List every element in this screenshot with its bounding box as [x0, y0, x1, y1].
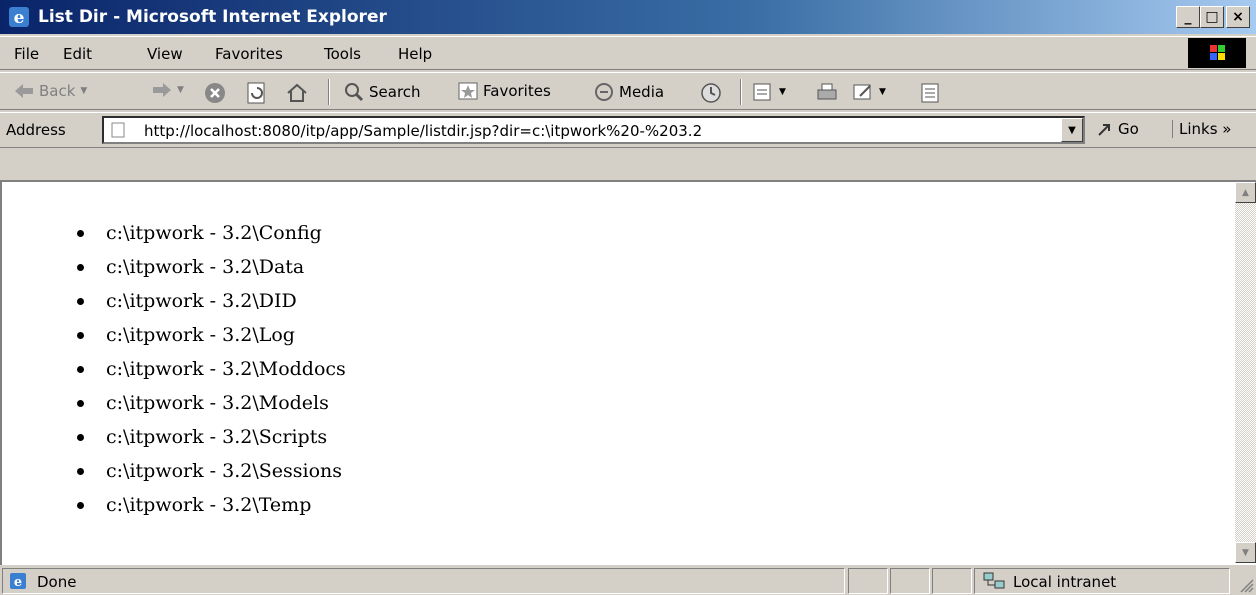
print-icon[interactable] — [816, 82, 838, 102]
list-item: c:\itpwork - 3.2\Config — [77, 216, 322, 250]
media-label: Media — [619, 83, 665, 101]
list-item: c:\itpwork - 3.2\Moddocs — [77, 352, 346, 386]
menu-bar: File Edit View Favorites Tools Help — [0, 36, 1256, 70]
directory-list: c:\itpwork - 3.2\Config c:\itpwork - 3.2… — [77, 216, 346, 522]
back-label: Back — [39, 82, 76, 100]
page-icon — [111, 122, 125, 138]
address-label: Address — [6, 121, 66, 139]
zone-label: Local intranet — [1013, 573, 1117, 591]
address-dropdown-button[interactable]: ▼ — [1061, 118, 1083, 142]
back-arrow-icon — [15, 84, 33, 98]
mail-icon — [753, 83, 771, 101]
address-url[interactable]: http://localhost:8080/itp/app/Sample/lis… — [144, 122, 702, 140]
list-item-text: c:\itpwork - 3.2\Models — [106, 392, 329, 414]
page-content: c:\itpwork - 3.2\Config c:\itpwork - 3.2… — [0, 180, 1256, 565]
media-icon — [595, 83, 613, 101]
security-zone[interactable]: Local intranet — [974, 568, 1230, 594]
standard-toolbar: Back ▼ ▼ Search Favorites Media ▼ ▼ — [0, 72, 1256, 110]
intranet-icon — [983, 572, 1005, 589]
ie-page-icon: e — [10, 573, 26, 590]
links-button[interactable]: Links » — [1172, 120, 1231, 138]
toolbar-separator — [740, 79, 742, 105]
status-panel: e Done — [2, 568, 845, 594]
search-label: Search — [369, 83, 421, 101]
ie-logo-icon: e — [9, 7, 29, 28]
search-icon — [345, 83, 364, 102]
address-bar: Address http://localhost:8080/itp/app/Sa… — [0, 112, 1256, 148]
mail-dropdown-icon[interactable]: ▼ — [779, 87, 786, 97]
status-text: Done — [37, 573, 77, 591]
chevron-up-icon: ▲ — [1242, 187, 1249, 198]
list-item: c:\itpwork - 3.2\Temp — [77, 488, 320, 522]
go-button[interactable]: Go — [1096, 120, 1139, 138]
status-cell — [932, 568, 972, 594]
edit-dropdown-icon[interactable]: ▼ — [879, 87, 886, 97]
resize-grip-icon[interactable] — [1238, 577, 1254, 593]
list-item-text: c:\itpwork - 3.2\Config — [106, 222, 322, 244]
go-arrow-icon — [1098, 124, 1110, 136]
toolbar-separator — [328, 79, 330, 105]
list-item-text: c:\itpwork - 3.2\Data — [106, 256, 305, 278]
menu-help[interactable]: Help — [398, 45, 432, 63]
menu-tools[interactable]: Tools — [324, 45, 361, 63]
list-item: c:\itpwork - 3.2\Data — [77, 250, 320, 284]
windows-flag-icon — [1188, 38, 1246, 68]
svg-text:e: e — [14, 8, 25, 28]
edit-button[interactable]: ▼ — [852, 82, 886, 102]
document-body: c:\itpwork - 3.2\Config c:\itpwork - 3.2… — [2, 182, 1224, 563]
close-button[interactable]: × — [1226, 6, 1250, 28]
scroll-down-button[interactable]: ▼ — [1235, 542, 1256, 563]
search-button[interactable]: Search — [344, 82, 421, 102]
media-button[interactable]: Media — [594, 82, 664, 102]
history-icon[interactable] — [700, 82, 722, 104]
title-bar[interactable]: e List Dir - Microsoft Internet Explorer… — [0, 0, 1256, 34]
list-item-text: c:\itpwork - 3.2\Moddocs — [106, 358, 346, 380]
mail-button[interactable]: ▼ — [752, 82, 786, 102]
list-item: c:\itpwork - 3.2\Models — [77, 386, 329, 420]
status-bar: e Done Local intranet — [0, 565, 1256, 595]
back-button[interactable]: Back ▼ — [14, 82, 87, 100]
favorites-button[interactable]: Favorites — [458, 82, 551, 100]
window-title: List Dir - Microsoft Internet Explorer — [38, 7, 387, 27]
vertical-scrollbar[interactable]: ▲ ▼ — [1235, 182, 1256, 563]
menu-view[interactable]: View — [147, 45, 183, 63]
list-item: c:\itpwork - 3.2\Sessions — [77, 454, 342, 488]
menu-favorites[interactable]: Favorites — [215, 45, 283, 63]
maximize-button[interactable]: □ — [1200, 6, 1224, 28]
menu-file[interactable]: File — [14, 45, 39, 63]
list-item: c:\itpwork - 3.2\Scripts — [77, 420, 327, 454]
go-label: Go — [1118, 120, 1139, 138]
browser-window: e List Dir - Microsoft Internet Explorer… — [0, 0, 1256, 595]
favorites-star-icon — [458, 82, 478, 100]
address-field[interactable]: http://localhost:8080/itp/app/Sample/lis… — [102, 116, 1085, 144]
discuss-icon[interactable] — [920, 82, 940, 104]
svg-text:e: e — [14, 575, 22, 590]
list-item: c:\itpwork - 3.2\Log — [77, 318, 320, 352]
forward-arrow-icon — [153, 83, 171, 97]
list-item-text: c:\itpwork - 3.2\DID — [106, 290, 297, 312]
status-cell — [890, 568, 930, 594]
scroll-up-button[interactable]: ▲ — [1235, 182, 1256, 203]
menu-edit[interactable]: Edit — [63, 45, 92, 63]
back-dropdown-icon[interactable]: ▼ — [80, 86, 87, 96]
chevron-down-icon: ▼ — [1068, 124, 1076, 136]
minimize-button[interactable]: _ — [1176, 6, 1200, 28]
favorites-label: Favorites — [483, 82, 551, 100]
list-item-text: c:\itpwork - 3.2\Temp — [106, 494, 312, 516]
status-cell — [848, 568, 888, 594]
list-item-text: c:\itpwork - 3.2\Scripts — [106, 426, 328, 448]
list-item-text: c:\itpwork - 3.2\Log — [106, 324, 295, 346]
refresh-icon[interactable] — [246, 82, 268, 104]
stop-icon[interactable] — [204, 82, 226, 104]
list-item-text: c:\itpwork - 3.2\Sessions — [106, 460, 342, 482]
chevron-down-icon: ▼ — [1242, 547, 1249, 558]
edit-icon — [853, 84, 871, 100]
forward-button[interactable]: ▼ — [152, 82, 184, 98]
home-icon[interactable] — [286, 82, 308, 104]
list-item: c:\itpwork - 3.2\DID — [77, 284, 320, 318]
forward-dropdown-icon[interactable]: ▼ — [177, 85, 184, 95]
